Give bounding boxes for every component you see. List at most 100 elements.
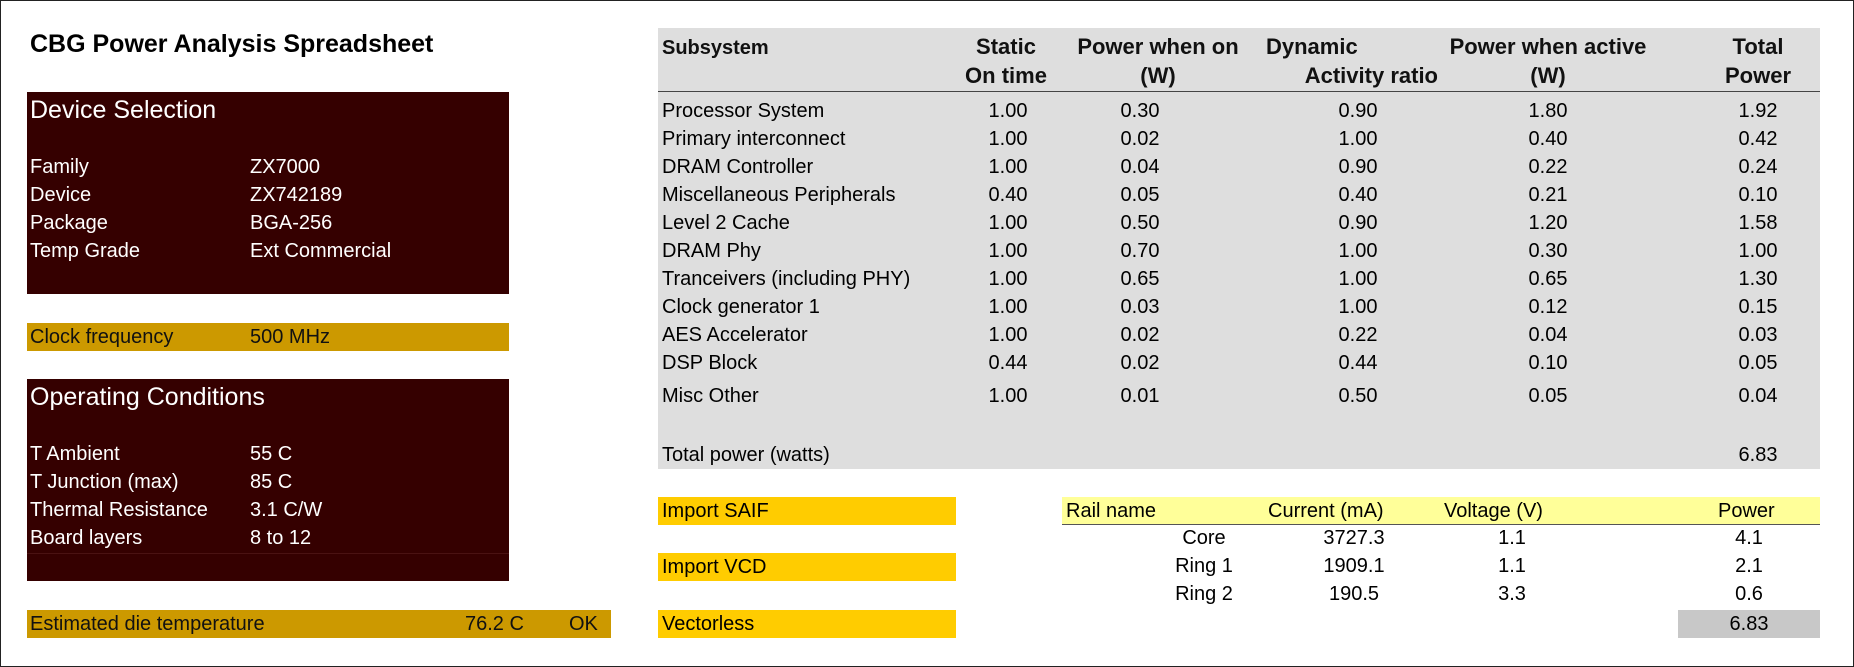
table-row[interactable]: Misc Other 1.00 0.01 0.50 0.05 0.04 <box>658 383 1820 411</box>
clock-frequency-value[interactable]: 500 MHz <box>250 326 330 349</box>
device-row-family[interactable]: Family ZX7000 <box>30 154 500 182</box>
activity-ratio-cell[interactable]: 0.50 <box>1298 385 1418 408</box>
activity-ratio-cell[interactable]: 1.00 <box>1298 296 1418 319</box>
power-when-active-cell[interactable]: 0.10 <box>1488 352 1608 375</box>
power-when-active-cell[interactable]: 1.20 <box>1488 212 1608 235</box>
subsystem-name: Misc Other <box>662 385 759 407</box>
static-on-time-cell[interactable]: 1.00 <box>948 128 1068 151</box>
condition-row-value[interactable]: 85 C <box>250 471 292 494</box>
device-row-value[interactable]: ZX7000 <box>250 156 320 179</box>
static-on-time-cell[interactable]: 1.00 <box>948 212 1068 235</box>
static-on-time-cell[interactable]: 1.00 <box>948 156 1068 179</box>
rail-power: 0.6 <box>1735 583 1763 605</box>
condition-row-value[interactable]: 55 C <box>250 443 292 466</box>
total-power-cell: 0.04 <box>1738 385 1778 407</box>
power-when-active-cell[interactable]: 1.80 <box>1488 100 1608 123</box>
import-vcd-button[interactable]: Import VCD <box>658 553 956 581</box>
table-row[interactable]: Primary interconnect 1.00 0.02 1.00 0.40… <box>658 126 1820 154</box>
table-row[interactable]: Clock generator 1 1.00 0.03 1.00 0.12 0.… <box>658 294 1820 322</box>
static-on-time-cell[interactable]: 1.00 <box>948 268 1068 291</box>
device-row-value[interactable]: ZX742189 <box>250 184 342 207</box>
table-row[interactable]: DRAM Phy 1.00 0.70 1.00 0.30 1.00 <box>658 238 1820 266</box>
table-row[interactable]: Processor System 1.00 0.30 0.90 1.80 1.9… <box>658 98 1820 126</box>
power-when-active-cell[interactable]: 0.30 <box>1488 240 1608 263</box>
activity-ratio-cell[interactable]: 1.00 <box>1298 240 1418 263</box>
power-when-on-cell[interactable]: 0.05 <box>1080 184 1200 207</box>
power-when-on-cell[interactable]: 0.02 <box>1080 128 1200 151</box>
estimated-die-temperature-value: 76.2 C <box>465 613 524 635</box>
power-when-active-cell[interactable]: 0.04 <box>1488 324 1608 347</box>
activity-ratio-cell[interactable]: 0.40 <box>1298 184 1418 207</box>
power-when-on-cell[interactable]: 0.50 <box>1080 212 1200 235</box>
condition-row-label: Board layers <box>30 527 143 549</box>
condition-row-t-junction[interactable]: T Junction (max) 85 C <box>30 469 500 497</box>
static-on-time-cell[interactable]: 1.00 <box>948 100 1068 123</box>
activity-ratio-cell[interactable]: 1.00 <box>1298 128 1418 151</box>
power-when-active-cell[interactable]: 0.65 <box>1488 268 1608 291</box>
condition-row-value[interactable]: 8 to 12 <box>250 527 311 550</box>
static-on-time-cell[interactable]: 1.00 <box>948 324 1068 347</box>
power-when-on-cell[interactable]: 0.65 <box>1080 268 1200 291</box>
device-row-device[interactable]: Device ZX742189 <box>30 182 500 210</box>
rail-power: 4.1 <box>1735 527 1763 549</box>
header-line: Power when on <box>1077 34 1239 59</box>
header-line: Total <box>1732 34 1784 59</box>
static-on-time-cell[interactable]: 0.40 <box>948 184 1068 207</box>
table-row[interactable]: Level 2 Cache 1.00 0.50 0.90 1.20 1.58 <box>658 210 1820 238</box>
total-power-cell: 1.00 <box>1738 240 1778 262</box>
operating-conditions-heading: Operating Conditions <box>30 383 265 411</box>
device-row-value[interactable]: BGA-256 <box>250 212 332 235</box>
rail-power: 2.1 <box>1735 555 1763 577</box>
header-line: (W) <box>1140 63 1176 88</box>
power-when-active-cell[interactable]: 0.40 <box>1488 128 1608 151</box>
total-power-cell: 0.15 <box>1738 296 1778 318</box>
activity-ratio-cell[interactable]: 0.44 <box>1298 352 1418 375</box>
power-when-on-cell[interactable]: 0.03 <box>1080 296 1200 319</box>
power-when-on-cell[interactable]: 0.02 <box>1080 324 1200 347</box>
power-when-on-cell[interactable]: 0.70 <box>1080 240 1200 263</box>
power-when-on-cell[interactable]: 0.01 <box>1080 385 1200 408</box>
static-on-time-cell[interactable]: 1.00 <box>948 385 1068 408</box>
power-when-active-cell[interactable]: 0.21 <box>1488 184 1608 207</box>
static-on-time-cell[interactable]: 0.44 <box>948 352 1068 375</box>
import-saif-label: Import SAIF <box>662 500 769 522</box>
total-power-cell: 0.05 <box>1738 352 1778 374</box>
power-when-active-cell[interactable]: 0.22 <box>1488 156 1608 179</box>
table-row[interactable]: Tranceivers (including PHY) 1.00 0.65 1.… <box>658 266 1820 294</box>
header-power-when-on: Power when on (W) <box>1058 32 1258 90</box>
rail-name: Ring 2 <box>1175 583 1233 605</box>
activity-ratio-cell[interactable]: 0.90 <box>1298 100 1418 123</box>
activity-ratio-cell[interactable]: 0.90 <box>1298 212 1418 235</box>
total-power-cell: 0.10 <box>1738 184 1778 206</box>
static-on-time-cell[interactable]: 1.00 <box>948 240 1068 263</box>
power-when-on-cell[interactable]: 0.04 <box>1080 156 1200 179</box>
subsystem-name: Clock generator 1 <box>662 296 820 318</box>
header-line: Power <box>1724 63 1792 88</box>
table-row[interactable]: Miscellaneous Peripherals 0.40 0.05 0.40… <box>658 182 1820 210</box>
import-saif-button[interactable]: Import SAIF <box>658 497 956 525</box>
device-row-temp-grade[interactable]: Temp Grade Ext Commercial <box>30 238 500 266</box>
condition-row-label: Thermal Resistance <box>30 499 208 521</box>
power-when-on-cell[interactable]: 0.30 <box>1080 100 1200 123</box>
power-when-active-cell[interactable]: 0.12 <box>1488 296 1608 319</box>
device-row-value[interactable]: Ext Commercial <box>250 240 391 263</box>
clock-frequency-row[interactable]: Clock frequency 500 MHz <box>27 323 509 351</box>
subsystem-name: Tranceivers (including PHY) <box>662 268 911 290</box>
condition-row-board-layers[interactable]: Board layers 8 to 12 <box>30 525 500 553</box>
power-when-on-cell[interactable]: 0.02 <box>1080 352 1200 375</box>
activity-ratio-cell[interactable]: 0.90 <box>1298 156 1418 179</box>
table-row[interactable]: DSP Block 0.44 0.02 0.44 0.10 0.05 <box>658 350 1820 378</box>
table-row[interactable]: DRAM Controller 1.00 0.04 0.90 0.22 0.24 <box>658 154 1820 182</box>
rail-header-current: Current (mA) <box>1268 500 1384 522</box>
activity-ratio-cell[interactable]: 1.00 <box>1298 268 1418 291</box>
operating-conditions-panel: Operating Conditions T Ambient 55 C T Ju… <box>27 379 509 581</box>
device-row-package[interactable]: Package BGA-256 <box>30 210 500 238</box>
activity-ratio-cell[interactable]: 0.22 <box>1298 324 1418 347</box>
power-when-active-cell[interactable]: 0.05 <box>1488 385 1608 408</box>
condition-row-value[interactable]: 3.1 C/W <box>250 499 322 522</box>
static-on-time-cell[interactable]: 1.00 <box>948 296 1068 319</box>
condition-row-thermal-resistance[interactable]: Thermal Resistance 3.1 C/W <box>30 497 500 525</box>
condition-row-t-ambient[interactable]: T Ambient 55 C <box>30 441 500 469</box>
vectorless-button[interactable]: Vectorless <box>658 610 956 638</box>
table-row[interactable]: AES Accelerator 1.00 0.02 0.22 0.04 0.03 <box>658 322 1820 350</box>
